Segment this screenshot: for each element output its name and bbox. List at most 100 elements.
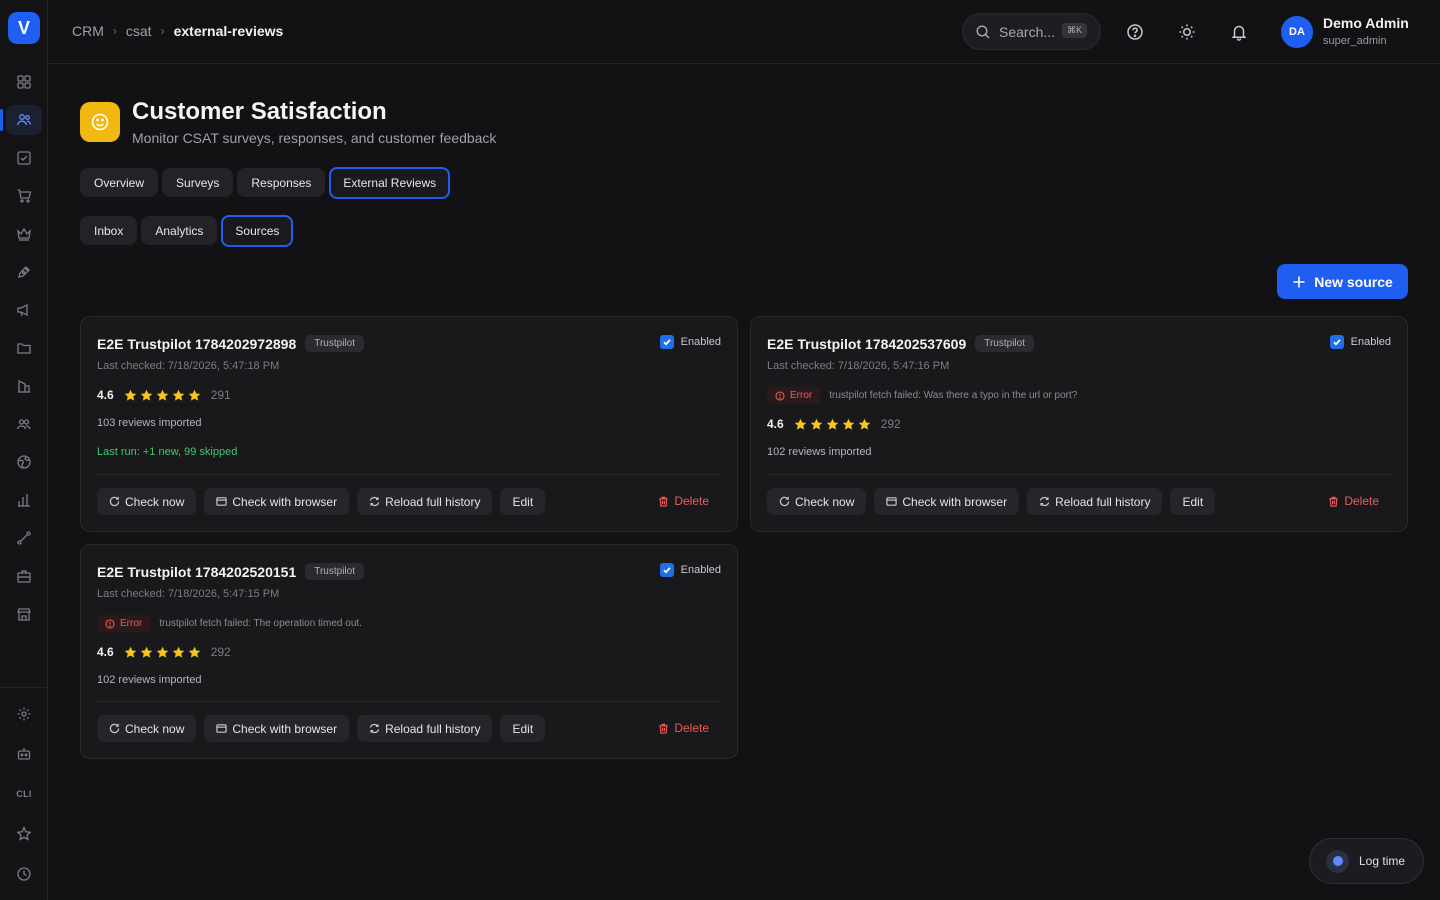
clock-icon[interactable] [0,857,48,891]
tab-sources[interactable]: Sources [221,214,294,247]
tab-inbox[interactable]: Inbox [80,216,138,245]
checkbox-icon[interactable] [0,141,48,175]
star-icon [188,389,200,401]
page-title: Customer Satisfaction [132,98,387,125]
globe-icon[interactable] [0,445,48,479]
sub-tabs: Inbox Analytics Sources [80,214,294,247]
users-icon[interactable] [0,103,48,137]
tab-external-reviews[interactable]: External Reviews [329,166,451,199]
card-header: E2E Trustpilot 1784202537609 Trustpilot [767,335,1034,352]
delete-button[interactable]: Delete [658,721,709,735]
sun-icon[interactable] [1177,22,1197,42]
log-time-button[interactable]: Log time [1309,838,1424,884]
user-name[interactable]: Demo Admin [1323,15,1409,31]
app-logo[interactable]: V [8,12,40,44]
briefcase-icon[interactable] [0,559,48,593]
tab-overview[interactable]: Overview [80,168,159,197]
dashboard-icon[interactable] [0,65,48,99]
platform-badge: Trustpilot [305,563,364,580]
source-card: E2E Trustpilot 1784202972898 Trustpilot … [80,316,738,532]
checkbox-checked-icon[interactable] [1329,335,1344,349]
check-now-button[interactable]: Check now [97,715,197,742]
team-icon[interactable] [0,407,48,441]
chevron-right-icon: › [160,24,165,38]
trash-icon [659,723,668,734]
reload-history-button[interactable]: Reload full history [357,715,493,742]
search-placeholder: Search... [999,23,1056,40]
pen-icon[interactable] [0,255,48,289]
delete-button[interactable]: Delete [658,494,709,508]
reload-history-button[interactable]: Reload full history [1027,488,1163,515]
browser-icon [216,497,228,506]
bar-chart-icon[interactable] [0,483,48,517]
reload-history-button[interactable]: Reload full history [357,488,493,515]
tab-analytics[interactable]: Analytics [141,216,218,245]
enabled-toggle[interactable]: Enabled [659,335,721,349]
store-icon[interactable] [0,597,48,631]
check-with-browser-button[interactable]: Check with browser [874,488,1020,515]
refresh-icon [779,496,790,507]
edit-button[interactable]: Edit [500,715,546,742]
cli-label: CLI [16,789,32,799]
building-icon[interactable] [0,369,48,403]
delete-label: Delete [674,721,709,735]
breadcrumb-csat[interactable]: csat [126,23,152,39]
check-now-button[interactable]: Check now [767,488,867,515]
cli-icon[interactable]: CLI [0,777,48,811]
enabled-label: Enabled [1350,336,1391,348]
check-with-browser-label: Check with browser [902,494,1008,509]
top-header: CRM › csat › external-reviews Search... … [48,0,1440,64]
tab-responses[interactable]: Responses [237,168,326,197]
last-checked: Last checked: 7/18/2026, 5:47:15 PM [97,588,280,600]
search-shortcut: ⌘K [1061,23,1087,38]
error-message: trustpilot fetch failed: Was there a typ… [829,390,1078,401]
avatar[interactable]: DA [1281,16,1313,48]
check-with-browser-label: Check with browser [232,494,338,509]
error-row: Error trustpilot fetch failed: The opera… [97,615,362,632]
check-now-label: Check now [795,494,855,509]
delete-label: Delete [674,494,709,508]
enabled-label: Enabled [680,564,721,576]
sidebar-divider [0,687,48,688]
megaphone-icon[interactable] [0,293,48,327]
enabled-toggle[interactable]: Enabled [1329,335,1391,349]
star-icon [172,646,184,658]
rating-row: 4.6 292 [767,417,901,431]
breadcrumb: CRM › csat › external-reviews [72,23,283,39]
error-label: Error [790,390,813,401]
robot-icon[interactable] [0,737,48,771]
last-run: Last run: +1 new, 99 skipped [97,446,238,458]
check-with-browser-button[interactable]: Check with browser [204,715,350,742]
delete-button[interactable]: Delete [1328,494,1379,508]
checkbox-checked-icon[interactable] [659,563,674,577]
check-now-label: Check now [125,494,185,509]
folder-icon[interactable] [0,331,48,365]
new-source-button[interactable]: New source [1277,264,1408,299]
edit-button[interactable]: Edit [1170,488,1216,515]
check-now-button[interactable]: Check now [97,488,197,515]
review-count: 292 [210,645,231,659]
search-input[interactable]: Search... ⌘K [962,13,1101,50]
check-with-browser-label: Check with browser [232,721,338,736]
bell-icon[interactable] [1229,22,1249,42]
edit-label: Edit [512,721,534,736]
error-badge: Error [767,387,821,404]
breadcrumb-crm[interactable]: CRM [72,23,104,39]
route-icon[interactable] [0,521,48,555]
trash-icon [659,496,668,507]
star-icon [810,418,822,430]
rating-row: 4.6 291 [97,388,231,402]
crown-icon[interactable] [0,217,48,251]
source-name: E2E Trustpilot 1784202972898 [97,335,297,352]
check-with-browser-button[interactable]: Check with browser [204,488,350,515]
star-icon[interactable] [0,817,48,851]
help-icon[interactable] [1125,22,1145,42]
main-tabs: Overview Surveys Responses External Revi… [80,166,451,199]
tab-surveys[interactable]: Surveys [162,168,234,197]
card-divider [97,701,721,702]
checkbox-checked-icon[interactable] [659,335,674,349]
enabled-toggle[interactable]: Enabled [659,563,721,577]
edit-button[interactable]: Edit [500,488,546,515]
settings-icon[interactable] [0,697,48,731]
cart-icon[interactable] [0,179,48,213]
